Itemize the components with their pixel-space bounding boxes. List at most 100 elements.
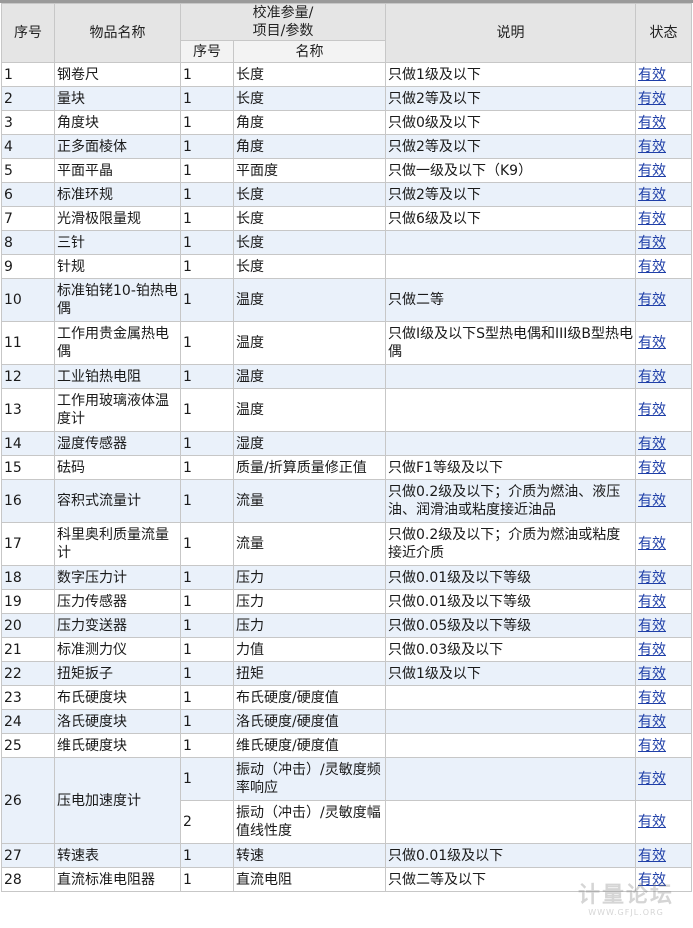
- description: 只做0.01级及以下等级: [385, 565, 636, 590]
- status-link[interactable]: 有效: [638, 618, 666, 634]
- description: [385, 709, 636, 734]
- status-link[interactable]: 有效: [638, 536, 666, 552]
- table-row: 17 科里奥利质量流量计 1 流量 只做0.2级及以下；介质为燃油或粘度接近介质 有效: [1, 522, 692, 566]
- status-link[interactable]: 有效: [638, 335, 666, 351]
- table-row: 8 三针 1 长度 有效: [1, 230, 692, 255]
- item-name: 湿度传感器: [54, 431, 181, 456]
- status-link[interactable]: 有效: [638, 872, 666, 888]
- status-link[interactable]: 有效: [638, 163, 666, 179]
- param-name: 扭矩: [233, 661, 386, 686]
- table-row: 10 标准铂铑10-铂热电偶 1 温度 只做二等 有效: [1, 278, 692, 322]
- param-name: 湿度: [233, 431, 386, 456]
- status-cell: 有效: [635, 685, 692, 710]
- row-index: 3: [1, 110, 55, 135]
- status-link[interactable]: 有效: [638, 369, 666, 385]
- item-name: 工作用贵金属热电偶: [54, 321, 181, 365]
- param-name: 振动（冲击）/灵敏度幅值线性度: [233, 800, 386, 844]
- row-index: 1: [1, 62, 55, 87]
- status-link[interactable]: 有效: [638, 771, 666, 787]
- description: [385, 431, 636, 456]
- status-link[interactable]: 有效: [638, 139, 666, 155]
- subheader-param-index: 序号: [180, 40, 234, 63]
- param-index: 1: [180, 86, 234, 111]
- description: [385, 757, 636, 801]
- description: 只做1级及以下: [385, 62, 636, 87]
- table-row: 7 光滑极限量规 1 长度 只做6级及以下 有效: [1, 206, 692, 231]
- item-name: 针规: [54, 254, 181, 279]
- row-index: 23: [1, 685, 55, 710]
- item-name: 三针: [54, 230, 181, 255]
- status-link[interactable]: 有效: [638, 187, 666, 203]
- status-link[interactable]: 有效: [638, 594, 666, 610]
- status-link[interactable]: 有效: [638, 493, 666, 509]
- status-link[interactable]: 有效: [638, 714, 666, 730]
- param-index: 1: [180, 843, 234, 868]
- status-link[interactable]: 有效: [638, 402, 666, 418]
- param-index: 1: [180, 455, 234, 480]
- param-name: 温度: [233, 278, 386, 322]
- row-index: 14: [1, 431, 55, 456]
- watermark-url: WWW.GFJL.ORG: [588, 908, 664, 917]
- param-name: 角度: [233, 110, 386, 135]
- param-name: 角度: [233, 134, 386, 159]
- item-name: 正多面棱体: [54, 134, 181, 159]
- item-name: 标准测力仪: [54, 637, 181, 662]
- row-index: 6: [1, 182, 55, 207]
- description: 只做2等及以下: [385, 86, 636, 111]
- param-name: 长度: [233, 62, 386, 87]
- table-row: 11 工作用贵金属热电偶 1 温度 只做Ⅰ级及以下S型热电偶和III级B型热电偶 有效: [1, 321, 692, 365]
- row-index: 15: [1, 455, 55, 480]
- param-name: 压力: [233, 589, 386, 614]
- row-index: 19: [1, 589, 55, 614]
- item-name: 压力传感器: [54, 589, 181, 614]
- status-link[interactable]: 有效: [638, 666, 666, 682]
- status-cell: 有效: [635, 637, 692, 662]
- param-index: 1: [180, 709, 234, 734]
- status-cell: 有效: [635, 843, 692, 868]
- param-index: 2: [180, 800, 234, 844]
- table-row: 2 量块 1 长度 只做2等及以下 有效: [1, 86, 692, 111]
- description: 只做0.01级及以下: [385, 843, 636, 868]
- status-link[interactable]: 有效: [638, 460, 666, 476]
- param-index: 1: [180, 479, 234, 523]
- status-link[interactable]: 有效: [638, 814, 666, 830]
- status-link[interactable]: 有效: [638, 235, 666, 251]
- status-link[interactable]: 有效: [638, 91, 666, 107]
- status-link[interactable]: 有效: [638, 115, 666, 131]
- description: 只做2等及以下: [385, 134, 636, 159]
- subheader-param-name: 名称: [233, 40, 386, 63]
- param-index: 1: [180, 867, 234, 892]
- status-link[interactable]: 有效: [638, 292, 666, 308]
- row-index: 8: [1, 230, 55, 255]
- row-index: 28: [1, 867, 55, 892]
- status-link[interactable]: 有效: [638, 211, 666, 227]
- status-cell: 有效: [635, 158, 692, 183]
- header-item-name: 物品名称: [54, 3, 181, 63]
- status-cell: 有效: [635, 364, 692, 389]
- status-link[interactable]: 有效: [638, 690, 666, 706]
- header-status: 状态: [635, 3, 692, 63]
- row-index: 13: [1, 388, 55, 432]
- param-index: 1: [180, 431, 234, 456]
- status-cell: 有效: [635, 388, 692, 432]
- item-name: 砝码: [54, 455, 181, 480]
- status-link[interactable]: 有效: [638, 848, 666, 864]
- table-row: 23 布氏硬度块 1 布氏硬度/硬度值 有效: [1, 685, 692, 710]
- param-name: 振动（冲击）/灵敏度频率响应: [233, 757, 386, 801]
- item-name: 标准铂铑10-铂热电偶: [54, 278, 181, 322]
- status-link[interactable]: 有效: [638, 259, 666, 275]
- status-link[interactable]: 有效: [638, 642, 666, 658]
- row-index: 16: [1, 479, 55, 523]
- status-link[interactable]: 有效: [638, 67, 666, 83]
- status-link[interactable]: 有效: [638, 738, 666, 754]
- item-name: 数字压力计: [54, 565, 181, 590]
- param-name: 温度: [233, 364, 386, 389]
- description: 只做0.2级及以下；介质为燃油、液压油、润滑油或粘度接近油品: [385, 479, 636, 523]
- description: 只做Ⅰ级及以下S型热电偶和III级B型热电偶: [385, 321, 636, 365]
- param-index: 1: [180, 685, 234, 710]
- status-link[interactable]: 有效: [638, 436, 666, 452]
- description: [385, 685, 636, 710]
- param-name: 平面度: [233, 158, 386, 183]
- status-cell: 有效: [635, 613, 692, 638]
- status-link[interactable]: 有效: [638, 570, 666, 586]
